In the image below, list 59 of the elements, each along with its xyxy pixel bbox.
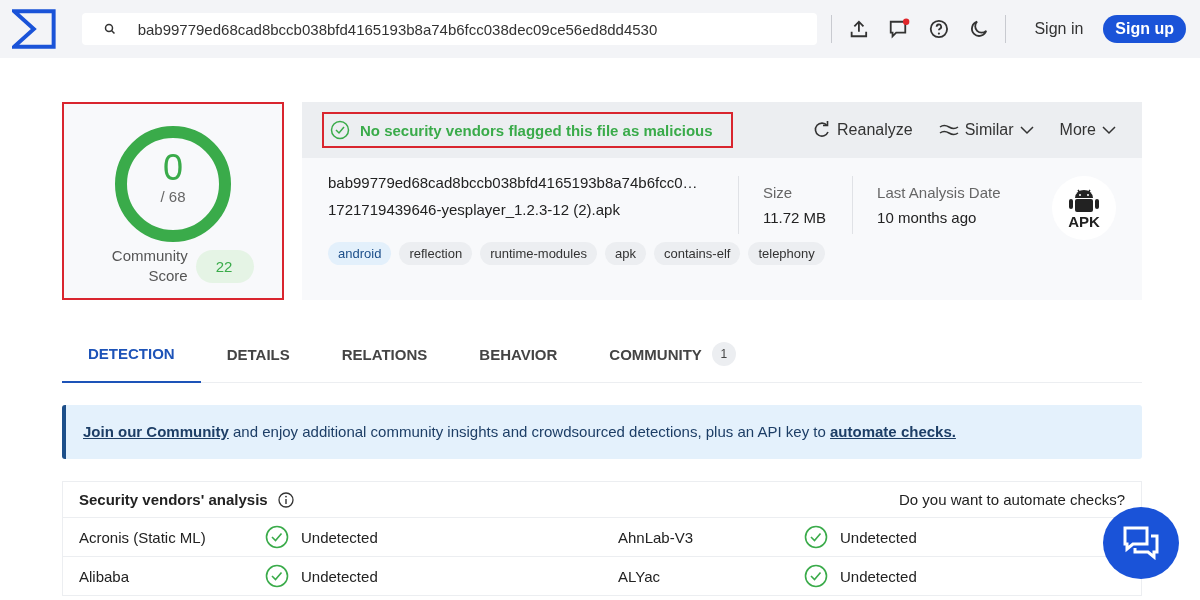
join-community-link[interactable]: Join our Community [83, 423, 229, 440]
file-hash: bab99779ed68cad8bccb038bfd4165193b8a74b6fcc0… [328, 174, 699, 191]
refresh-icon [813, 121, 832, 139]
info-icon[interactable] [277, 491, 294, 508]
tag-chip[interactable]: android [328, 242, 392, 265]
date-value: 10 months ago [877, 209, 978, 226]
size-label: Size [763, 184, 794, 201]
chat-icon [1123, 526, 1159, 560]
vendor-total: / 68 [160, 188, 186, 205]
vendor-result: Undetected [301, 528, 378, 546]
check-circle-icon [265, 564, 289, 588]
vendor-name: AhnLab-V3 [618, 528, 695, 546]
vendor-result: Undetected [301, 567, 378, 585]
vendor-name: Alibaba [79, 567, 131, 585]
check-circle-icon [330, 120, 350, 140]
more-button[interactable]: More [1059, 121, 1116, 139]
check-circle-icon [804, 525, 828, 549]
android-icon [1068, 187, 1100, 214]
check-circle-icon [265, 525, 289, 549]
reanalyze-button[interactable]: Reanalyze [813, 121, 913, 139]
file-name: 1721719439646-yesplayer_1.2.3-12 (2).apk [328, 201, 621, 218]
section-title: Security vendors' analysis [79, 491, 268, 508]
logo-icon[interactable] [12, 9, 56, 49]
similar-button[interactable]: Similar [938, 121, 1034, 139]
wave-icon [938, 123, 959, 137]
chevron-down-icon [1102, 125, 1116, 135]
tab[interactable]: DETECTION [62, 328, 201, 383]
automate-checks-link[interactable]: automate checks. [830, 423, 956, 440]
tag-chip[interactable]: telephony [748, 242, 825, 265]
tab[interactable]: BEHAVIOR [453, 328, 584, 382]
tab[interactable]: RELATIONS [315, 328, 454, 382]
automate-checks-link[interactable]: Do you want to automate checks? [899, 491, 1125, 508]
community-score-badge: 22 [195, 249, 255, 283]
search-icon [103, 23, 116, 35]
size-value: 11.72 MB [763, 209, 827, 226]
tag-chip[interactable]: contains-elf [653, 242, 741, 265]
banner-text: and enjoy additional community insights and crowdsourced detections, plus an API key to [232, 423, 827, 440]
sign-in-link[interactable]: Sign in [1034, 20, 1084, 38]
upload-icon[interactable] [848, 18, 870, 40]
date-label: Last Analysis Date [877, 184, 1001, 201]
search-field[interactable]: bab99779ed68cad8bccb038bfd4165193b8a74b6fcc038dec09ce56ed8dd4530 [81, 13, 818, 45]
vendor-result: Undetected [840, 567, 917, 585]
file-type-badge: APK [1052, 176, 1116, 240]
tab[interactable]: COMMUNITY 1 [583, 328, 762, 382]
help-icon[interactable] [927, 18, 950, 40]
tag-chip[interactable]: apk [604, 242, 646, 265]
tab[interactable]: DETAILS [200, 328, 316, 382]
tag-chip[interactable]: runtime-modules [480, 242, 597, 265]
tag-chip[interactable]: reflection [399, 242, 473, 265]
chat-icon[interactable] [888, 18, 910, 40]
check-circle-icon [804, 564, 828, 588]
vendor-result: Undetected [840, 528, 917, 546]
community-score-label: Community Score [110, 246, 188, 286]
chevron-down-icon [1019, 125, 1034, 135]
detection-count: 0 [163, 148, 183, 188]
verdict-message: No security vendors flagged this file as malicious [322, 112, 733, 148]
sign-up-button[interactable]: Sign up [1103, 15, 1186, 43]
vendor-name: ALYac [618, 567, 661, 585]
vendor-name: Acronis (Static ML) [79, 528, 207, 546]
